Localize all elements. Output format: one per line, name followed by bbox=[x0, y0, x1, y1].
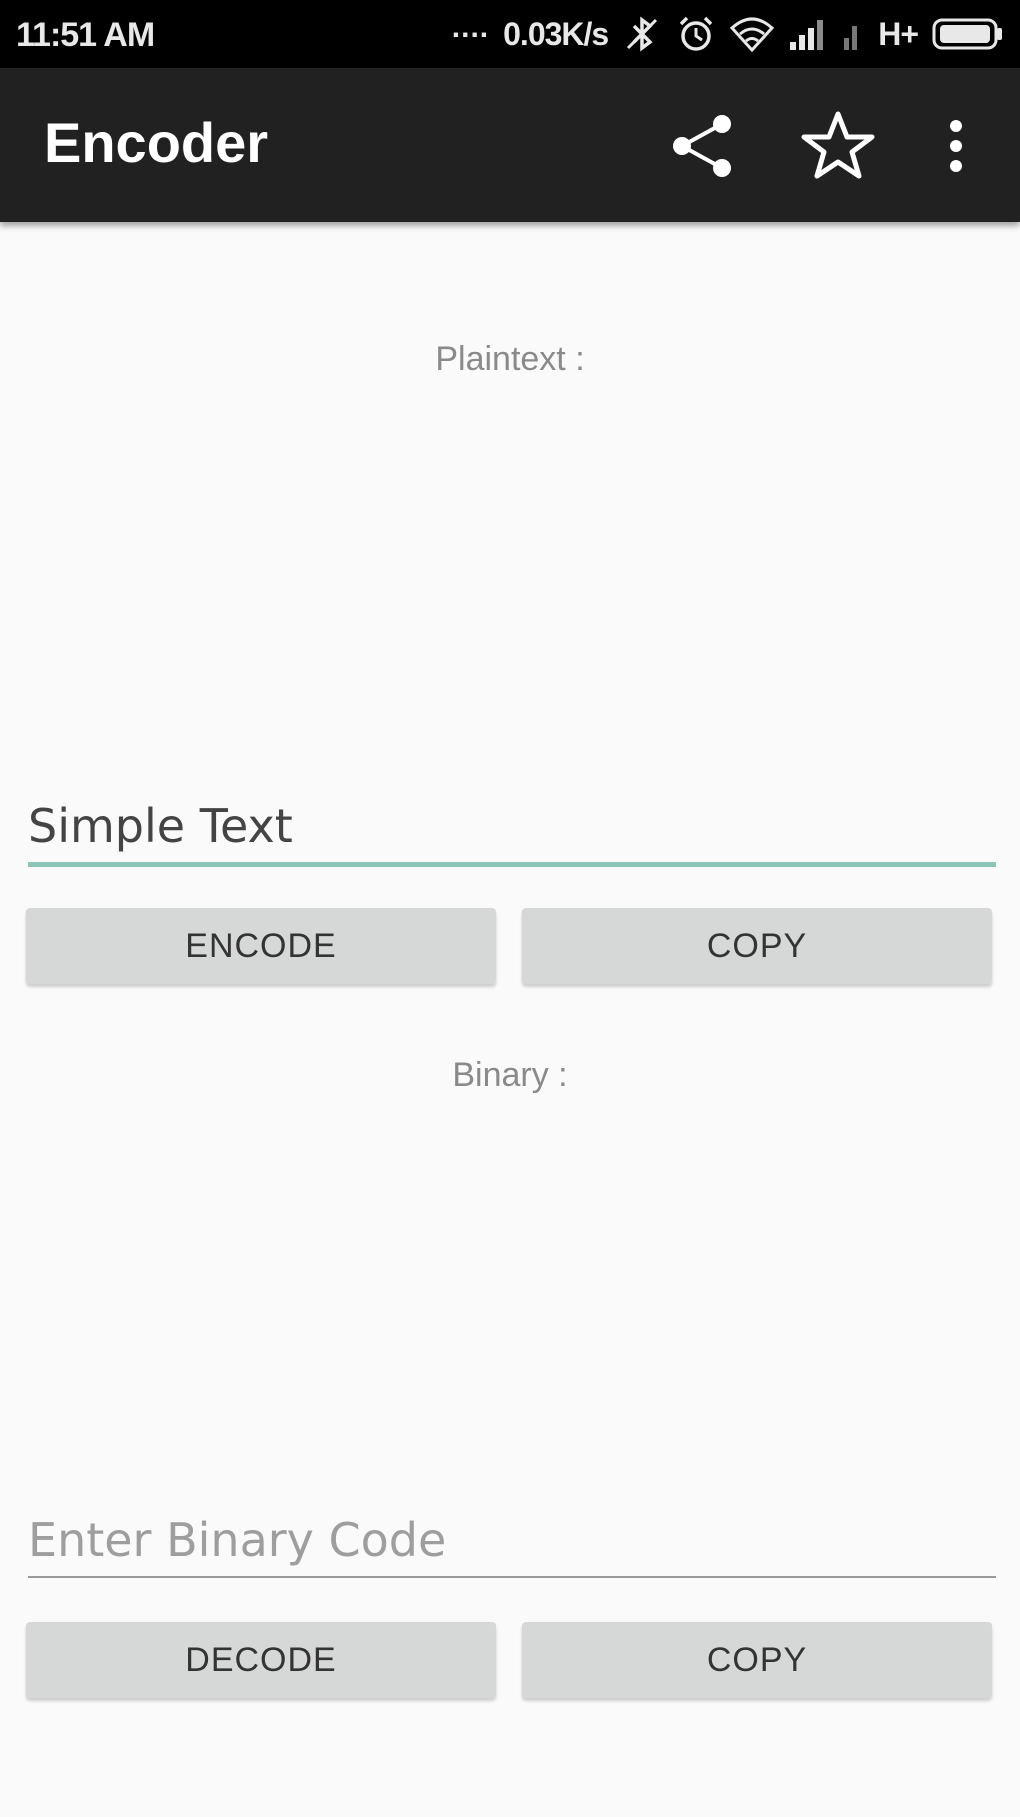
plaintext-input-underline bbox=[28, 862, 996, 867]
share-button[interactable] bbox=[660, 104, 744, 188]
signal-secondary-icon bbox=[842, 16, 864, 52]
decode-button[interactable]: DECODE bbox=[26, 1622, 496, 1698]
overflow-menu-icon bbox=[950, 120, 962, 172]
copy-decoded-button[interactable]: COPY bbox=[522, 1622, 992, 1698]
binary-label: Binary : bbox=[452, 1056, 568, 1094]
favorite-button[interactable] bbox=[796, 104, 880, 188]
screen: 11:51 AM .... 0.03K/s H+ Encoder Plainte… bbox=[0, 0, 1020, 1817]
network-type: H+ bbox=[878, 15, 919, 52]
wifi-icon bbox=[730, 14, 775, 54]
binary-input-underline bbox=[28, 1576, 996, 1578]
app-bar: Encoder bbox=[0, 68, 1020, 222]
star-outline-icon bbox=[801, 111, 875, 179]
encode-button[interactable]: ENCODE bbox=[26, 908, 496, 984]
battery-icon bbox=[932, 16, 1004, 52]
binary-input[interactable] bbox=[28, 1500, 996, 1580]
plaintext-label: Plaintext : bbox=[435, 340, 585, 378]
overflow-menu-button[interactable] bbox=[914, 104, 998, 188]
alarm-icon bbox=[676, 14, 716, 54]
notification-dots: .... bbox=[451, 11, 490, 44]
signal-icon bbox=[788, 16, 828, 52]
network-speed: 0.03K/s bbox=[503, 15, 609, 52]
app-title: Encoder bbox=[44, 111, 269, 174]
status-icons: .... 0.03K/s H+ bbox=[451, 11, 1004, 56]
status-bar: 11:51 AM .... 0.03K/s H+ bbox=[0, 0, 1020, 68]
bluetooth-off-icon bbox=[622, 14, 662, 54]
plaintext-input[interactable] bbox=[28, 786, 996, 866]
copy-encoded-button[interactable]: COPY bbox=[522, 908, 992, 984]
share-icon bbox=[673, 115, 731, 177]
status-time: 11:51 AM bbox=[16, 16, 155, 54]
